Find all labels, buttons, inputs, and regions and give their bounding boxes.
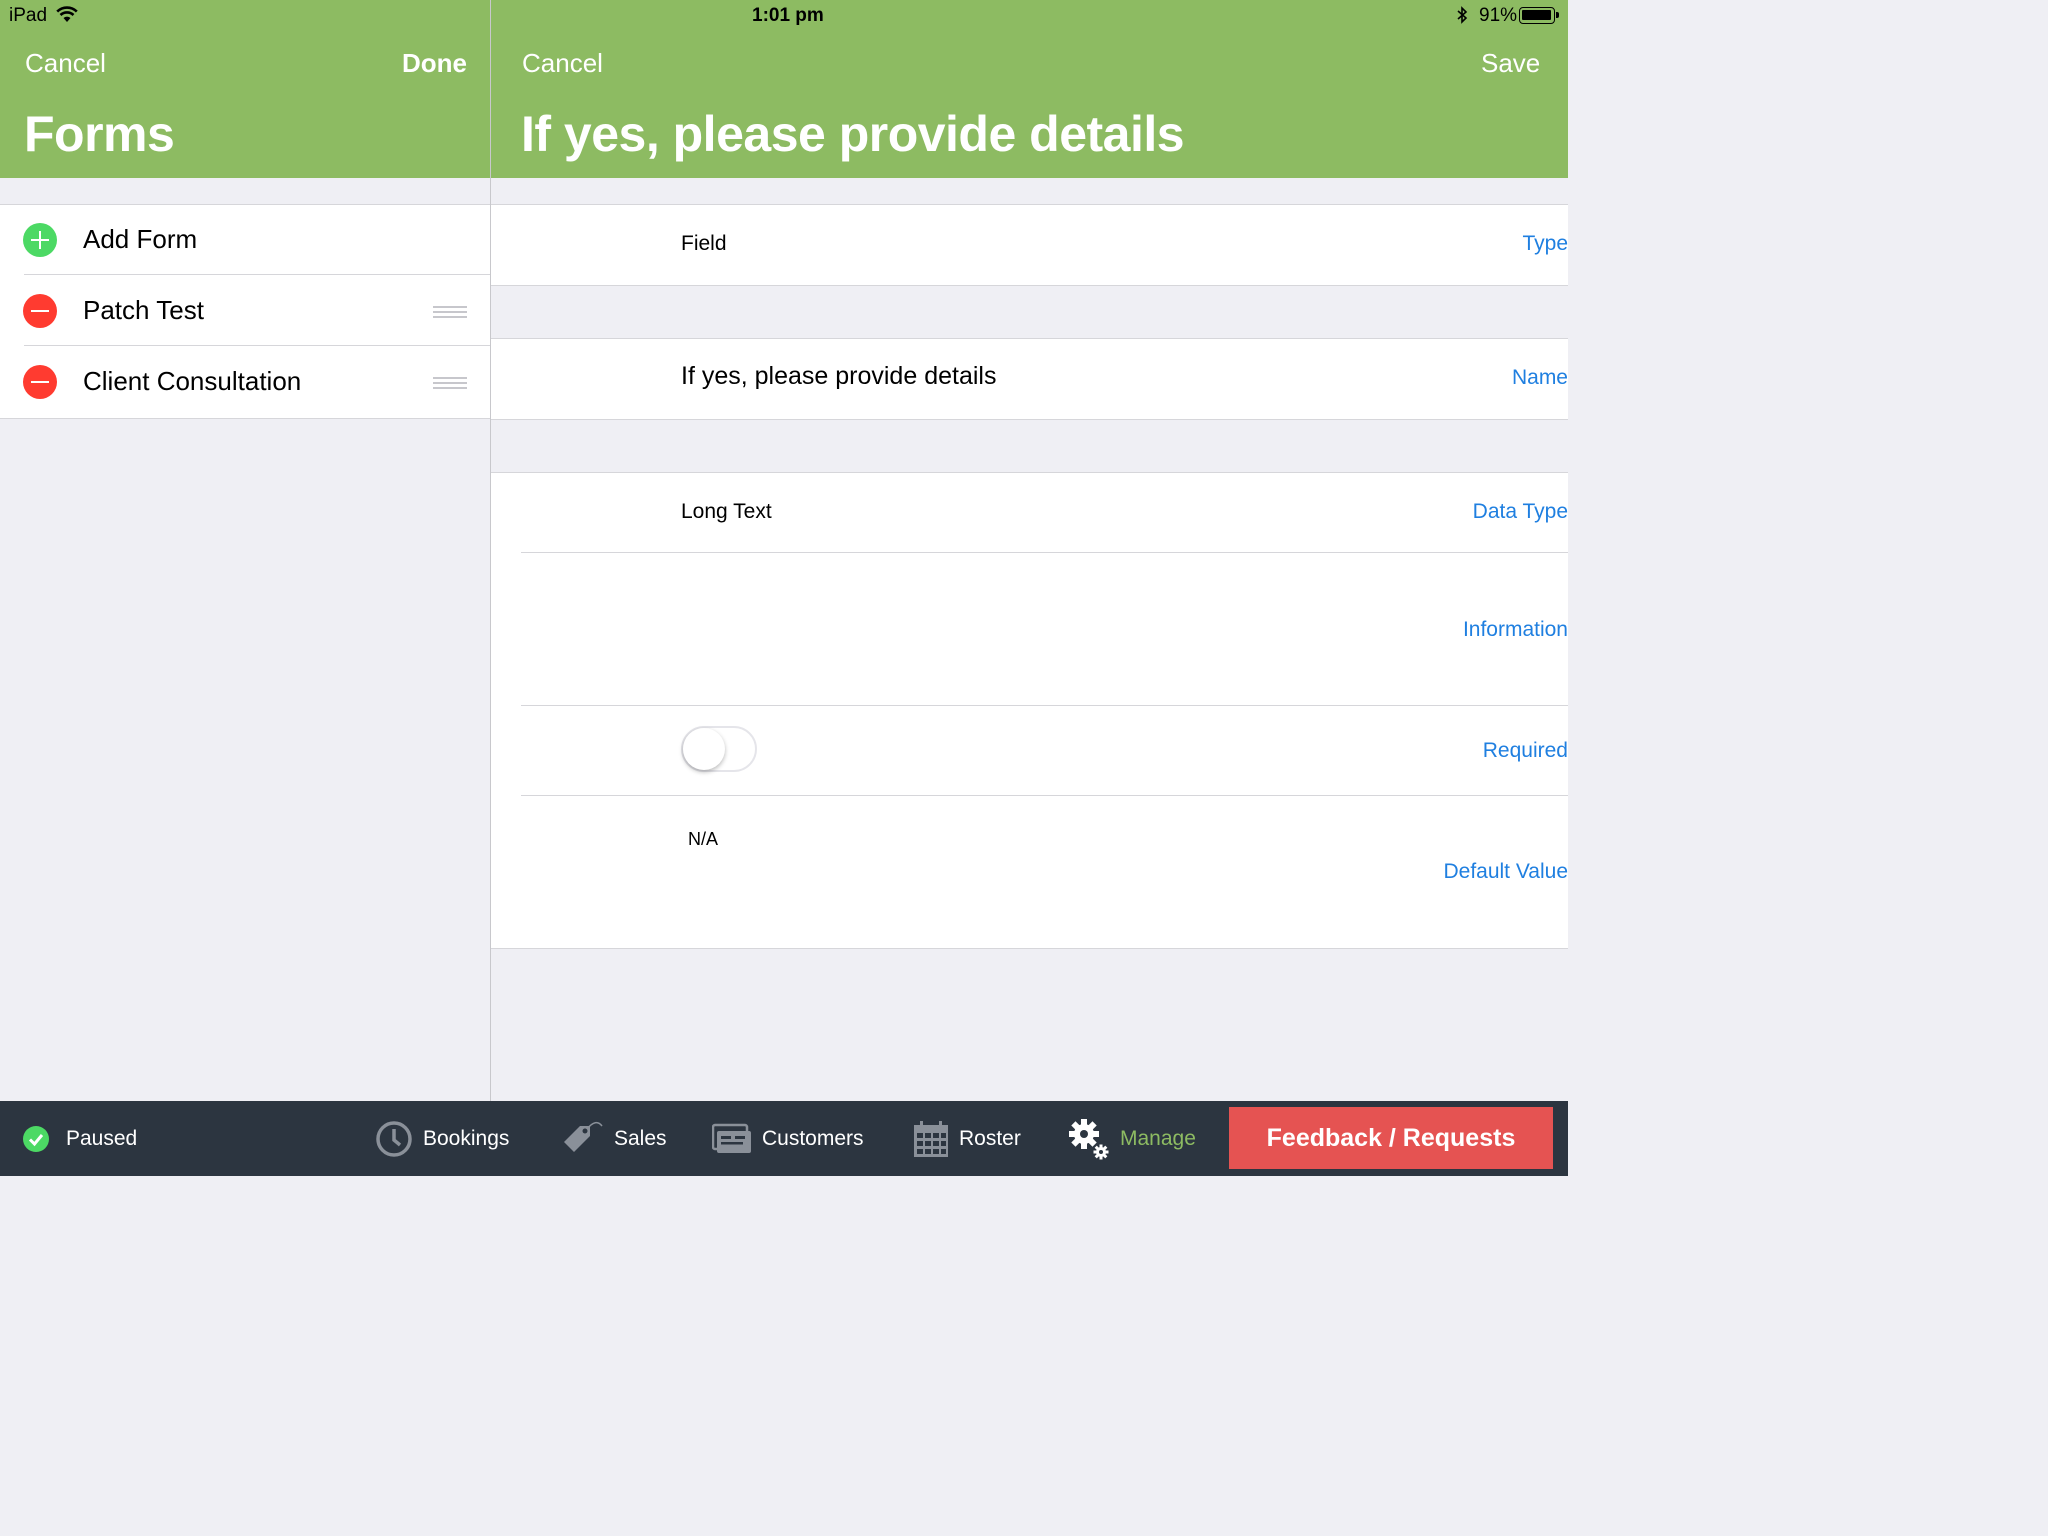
feedback-requests-button[interactable]: Feedback / Requests: [1229, 1107, 1553, 1169]
delete-icon[interactable]: [23, 365, 57, 399]
bluetooth-icon: [1457, 6, 1468, 24]
delete-icon[interactable]: [23, 294, 57, 328]
information-field[interactable]: [681, 560, 1551, 698]
data-type-value[interactable]: Long Text: [681, 500, 772, 524]
default-value-label: Default Value: [1443, 860, 1568, 883]
tab-label: Roster: [959, 1126, 1021, 1150]
forms-title: Forms: [24, 106, 175, 162]
name-field[interactable]: If yes, please provide details: [681, 362, 996, 391]
battery-icon: [1519, 7, 1559, 24]
gears-icon: [1069, 1118, 1109, 1159]
tab-customers[interactable]: Customers: [712, 1101, 864, 1176]
tab-label: Bookings: [423, 1126, 510, 1150]
required-toggle[interactable]: [681, 726, 757, 772]
list-item-label: Client Consultation: [83, 366, 302, 396]
type-label: Type: [1522, 232, 1568, 255]
tab-manage[interactable]: Manage: [1068, 1101, 1196, 1176]
list-item-add-form[interactable]: Add Form: [0, 205, 490, 275]
battery-percent: 91%: [1479, 5, 1518, 26]
type-value[interactable]: Field: [681, 232, 727, 256]
reorder-handle-icon[interactable]: [433, 306, 467, 318]
forms-list: Add Form Patch Test Client Consultation: [0, 204, 490, 419]
sync-status[interactable]: Paused: [22, 1101, 137, 1176]
clock-icon: [376, 1120, 412, 1157]
status-label: Paused: [66, 1126, 138, 1150]
name-label: Name: [1511, 366, 1568, 389]
calendar-icon: [914, 1120, 948, 1157]
status-time: 1:01 pm: [752, 5, 824, 26]
tab-label: Manage: [1120, 1126, 1196, 1150]
detail-title: If yes, please provide details: [521, 106, 1185, 162]
save-button[interactable]: Save: [1481, 48, 1540, 79]
data-type-label: Data Type: [1472, 500, 1568, 523]
tab-sales[interactable]: Sales: [560, 1101, 667, 1176]
tab-roster[interactable]: Roster: [913, 1101, 1021, 1176]
required-label: Required: [1482, 739, 1568, 762]
bottom-tab-bar: Paused Bookings Sales Customers Roster M…: [0, 1101, 1568, 1176]
tab-bookings[interactable]: Bookings: [375, 1101, 509, 1176]
tab-label: Sales: [614, 1126, 667, 1150]
default-value-field[interactable]: N/A: [688, 829, 718, 850]
add-icon[interactable]: [23, 223, 57, 257]
list-item-client-consultation[interactable]: Client Consultation: [0, 347, 490, 417]
device-name: iPad: [9, 5, 48, 26]
wifi-icon: [56, 6, 78, 22]
list-item-label: Add Form: [83, 224, 198, 254]
price-tag-icon: [564, 1121, 603, 1152]
tab-label: Customers: [762, 1126, 864, 1150]
right-cancel-button[interactable]: Cancel: [522, 48, 603, 79]
done-button[interactable]: Done: [402, 48, 467, 79]
left-cancel-button[interactable]: Cancel: [25, 48, 106, 79]
reorder-handle-icon[interactable]: [433, 377, 467, 389]
customers-icon: [712, 1123, 751, 1153]
list-item-patch-test[interactable]: Patch Test: [0, 276, 490, 346]
list-item-label: Patch Test: [83, 295, 204, 325]
check-circle-icon: [23, 1125, 49, 1152]
